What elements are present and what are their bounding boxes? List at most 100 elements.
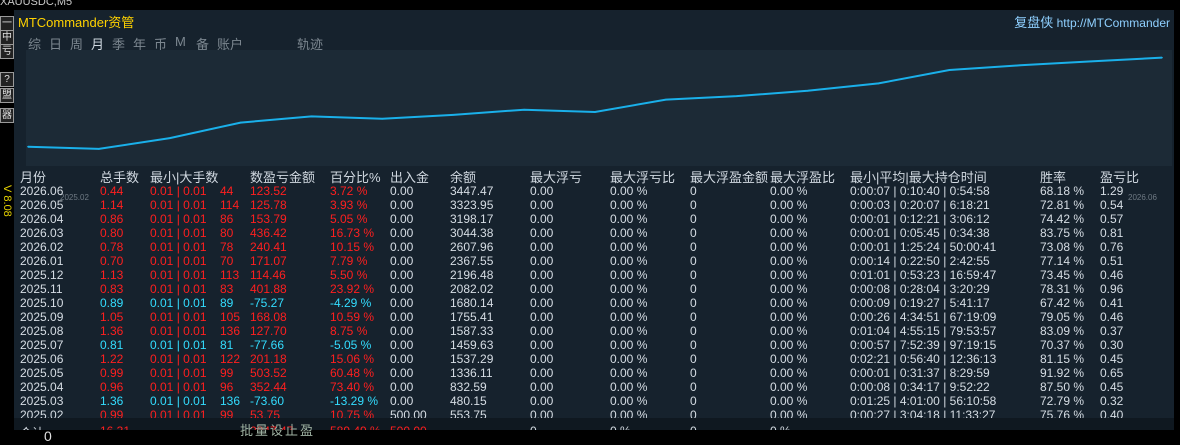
equity-point-2026.02 (877, 82, 880, 85)
cell-mfpp: 0.00 % (770, 338, 808, 352)
cell-mfl: 0.00 (530, 352, 554, 366)
cell-month: 2026.03 (20, 226, 64, 240)
cell-minmax: 0.01 | 0.01 (150, 268, 207, 282)
cell-io: 0.00 (390, 394, 414, 408)
cell-pct: -4.29 % (330, 296, 372, 310)
cell-minmax: 0.01 | 0.01 (150, 310, 207, 324)
cell-time: 0:00:57 | 7:52:39 | 97:19:15 (850, 338, 997, 352)
cell-io: 0.00 (390, 184, 414, 198)
cell-month: 2025.04 (20, 380, 64, 394)
equity-point-2026.03 (948, 69, 951, 71)
cell-time: 0:00:01 | 0:05:45 | 0:34:38 (850, 226, 990, 240)
cell-io: 0.00 (390, 380, 414, 394)
cell-win: 87.50 % (1040, 380, 1085, 394)
cell-mflp: 0.00 % (610, 268, 648, 282)
cell-win: 68.18 % (1040, 184, 1085, 198)
cell-mfl: 0.00 (530, 254, 554, 268)
cell-pct: 10.15 % (330, 240, 375, 254)
cell-mflp: 0.00 % (610, 240, 648, 254)
cell-lots: 1.05 (100, 310, 124, 324)
mtcommander-panel: MTCommander资管 复盘侠 http://MTCommander 综日周… (14, 10, 1174, 440)
side-button-2[interactable]: 中 (0, 30, 14, 45)
cell-pct: -13.29 % (330, 394, 379, 408)
cell-bal: 1537.29 (450, 352, 494, 366)
cell-io: 0.00 (390, 352, 414, 366)
cell-mfl: 0.00 (530, 282, 554, 296)
cell-ratio: 0.65 (1100, 366, 1124, 380)
help-button[interactable]: ? (0, 72, 14, 87)
cell-mfl: 0.00 (530, 240, 554, 254)
cell-minmax: 0.01 | 0.01 (150, 366, 207, 380)
site-link[interactable]: 复盘侠 http://MTCommander (1014, 12, 1170, 31)
cell-time: 0:00:14 | 0:22:50 | 2:42:55 (850, 254, 990, 268)
table-row: 2025.11 0.83 0.01 | 0.01 83 401.88 23.92 % 0.0… (14, 282, 1174, 296)
cell-time: 0:00:01 | 0:31:37 | 8:29:59 (850, 366, 990, 380)
side-button-5[interactable]: 盟 (0, 88, 14, 103)
cell-pct: 73.40 % (330, 380, 375, 394)
cell-time: 0:00:08 | 0:28:04 | 3:20:29 (850, 282, 990, 296)
side-button-1[interactable]: 一 (0, 16, 14, 31)
cell-win: 83.09 % (1040, 324, 1085, 338)
cell-lots: 0.83 (100, 282, 124, 296)
cell-lots: 1.13 (100, 268, 124, 282)
cell-mfp: 0 (690, 338, 697, 352)
cell-count: 80 (220, 226, 234, 240)
table-row: 2026.05 1.14 0.01 | 0.01 114 125.78 3.93 % 0.0… (14, 198, 1174, 212)
cell-io: 0.00 (390, 324, 414, 338)
cell-month: 2025.11 (20, 282, 63, 296)
cell-win: 67.42 % (1040, 296, 1085, 310)
cell-mfl: 0.00 (530, 380, 554, 394)
cell-lots: 0.80 (100, 226, 124, 240)
cell-ratio: 0.46 (1100, 310, 1124, 324)
cell-mfpp: 0.00 % (770, 324, 808, 338)
batch-take-profit-button[interactable]: 批量设止盈 (240, 420, 315, 439)
cell-io: 0.00 (390, 198, 414, 212)
cell-mfp: 0 (690, 198, 697, 212)
cell-ratio: 0.41 (1100, 296, 1124, 310)
cell-pct: 16.73 % (330, 226, 375, 240)
cell-count: 99 (220, 366, 234, 380)
cell-mfpp: 0.00 % (770, 366, 808, 380)
cell-pnl: 168.08 (250, 310, 287, 324)
cell-count: 81 (220, 338, 234, 352)
cell-mflp: 0.00 % (610, 324, 648, 338)
cell-count: 44 (220, 184, 234, 198)
cell-mfl: 0.00 (530, 324, 554, 338)
cell-bal: 1587.33 (450, 324, 494, 338)
cell-mfl: 0.00 (530, 366, 554, 380)
cell-bal: 2367.55 (450, 254, 494, 268)
cell-ratio: 0.45 (1100, 352, 1124, 366)
cell-minmax: 0.01 | 0.01 (150, 296, 207, 310)
cell-bal: 832.59 (450, 380, 487, 394)
cell-ratio: 0.54 (1100, 198, 1124, 212)
cell-mfl: 0.00 (530, 268, 554, 282)
cell-time: 0:01:25 | 4:01:00 | 56:10:58 (850, 394, 997, 408)
table-row: 2026.03 0.80 0.01 | 0.01 80 436.42 16.73 % 0.0… (14, 226, 1174, 240)
equity-line (27, 56, 1163, 150)
side-button-3[interactable]: 亏 (0, 44, 14, 59)
cell-mflp: 0.00 % (610, 310, 648, 324)
cell-lots: 0.70 (100, 254, 124, 268)
cell-time: 0:00:09 | 0:19:27 | 5:41:17 (850, 296, 990, 310)
cell-win: 77.14 % (1040, 254, 1085, 268)
table-row: 2025.10 0.89 0.01 | 0.01 89 -75.27 -4.29 % 0.0… (14, 296, 1174, 310)
cell-count: 96 (220, 380, 234, 394)
cell-pct: 60.48 % (330, 366, 375, 380)
cell-mfl: 0.00 (530, 394, 554, 408)
chart-symbol-label: XAUUSDC,M5 (0, 0, 73, 8)
cell-io: 0.00 (390, 296, 414, 310)
table-row: 2025.09 1.05 0.01 | 0.01 105 168.08 10.59 % 0.… (14, 310, 1174, 324)
side-button-6[interactable]: 器 (0, 108, 14, 123)
cell-win: 81.15 % (1040, 352, 1085, 366)
cell-mfp: 0 (690, 268, 697, 282)
cell-mfl: 0.00 (530, 198, 554, 212)
cell-ratio: 0.57 (1100, 212, 1124, 226)
cell-mflp: 0.00 % (610, 198, 648, 212)
cell-month: 2026.06 (20, 184, 64, 198)
cell-mfp: 0 (690, 212, 697, 226)
cell-mfpp: 0.00 % (770, 296, 808, 310)
cell-mfpp: 0.00 % (770, 394, 808, 408)
cell-pnl: -73.60 (250, 394, 285, 408)
cell-minmax: 0.01 | 0.01 (150, 394, 207, 408)
table-row: 2026.02 0.78 0.01 | 0.01 78 240.41 10.15 % 0.0… (14, 240, 1174, 254)
